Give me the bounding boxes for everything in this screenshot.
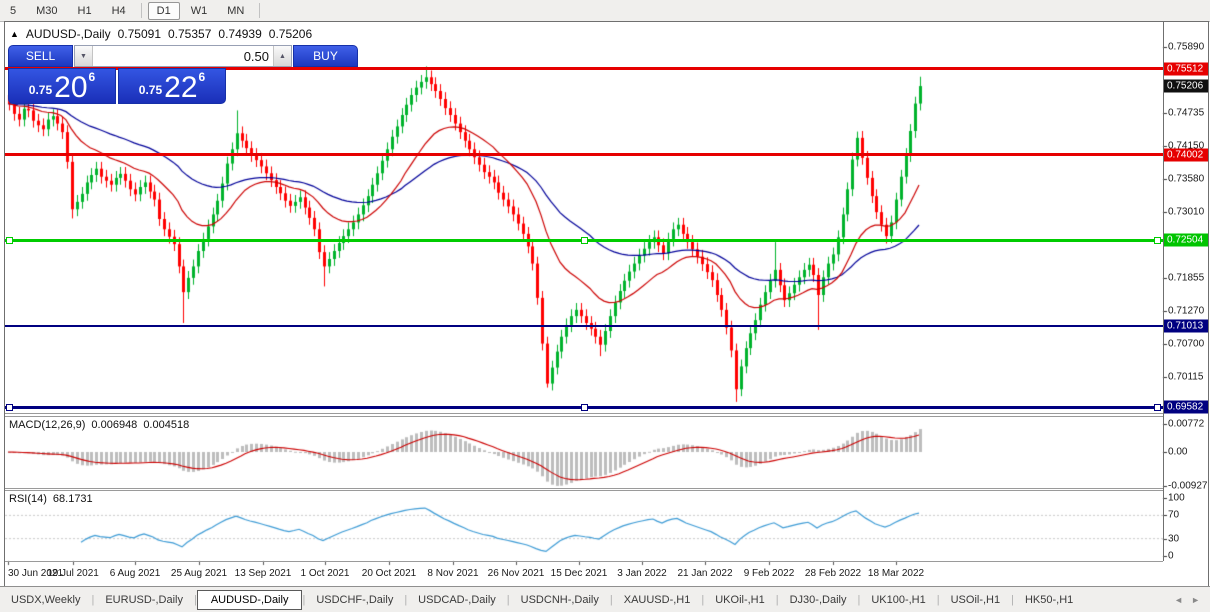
date-axis-label: 19 Jul 2021 (47, 568, 99, 579)
chart-tabs-bar: USDX,Weekly | EURUSD-,Daily | AUDUSD-,Daily |… (0, 586, 1210, 612)
volume-decrease-button[interactable]: ▼ (75, 46, 93, 66)
price-axis-label: 0.73010 (1168, 206, 1205, 218)
line-handle[interactable] (1154, 404, 1161, 412)
volume-spinner: ▼ ▲ (74, 45, 292, 67)
mt4-window: 5M30H1H4D1W1MN 0.758900.747350.741500.73… (0, 0, 1210, 612)
line-handle[interactable] (581, 237, 588, 245)
price-axis-label: 0.73580 (1168, 173, 1205, 185)
rsi-name: RSI(14) (9, 493, 47, 505)
rsi-axis-label: 70 (1168, 509, 1180, 521)
price-axis-label: 0.71270 (1168, 305, 1205, 317)
macd-main-value: 0.006948 (91, 419, 138, 431)
macd-signal-value: 0.004518 (143, 419, 190, 431)
rsi-panel-top-border (5, 490, 1163, 491)
tab-ukoil-h1[interactable]: UKOil-,H1 (704, 591, 776, 609)
date-axis-label: 18 Mar 2022 (867, 568, 925, 579)
price-label-box: 0.69582 (1164, 400, 1208, 414)
tab-scroll-right-icon[interactable]: ► (1191, 595, 1200, 605)
date-axis-label: 13 Sep 2021 (234, 568, 292, 579)
macd-rsi-splitter[interactable] (5, 488, 1163, 489)
date-axis-label: 28 Feb 2022 (804, 568, 862, 579)
price-label-box: 0.71013 (1164, 319, 1208, 333)
tab-eurusd-daily[interactable]: EURUSD-,Daily (94, 591, 194, 609)
price-label-box: 0.72504 (1164, 233, 1208, 247)
macd-axis-label: -0.00927 (1168, 480, 1208, 492)
tab-usoil-h1[interactable]: USOil-,H1 (940, 591, 1012, 609)
ohlc-high: 0.75357 (168, 27, 212, 41)
date-axis-label: 21 Jan 2022 (677, 568, 733, 579)
tab-usdchf-daily[interactable]: USDCHF-,Daily (305, 591, 404, 609)
rsi-axis-label: 0 (1168, 550, 1174, 562)
volume-increase-button[interactable]: ▲ (273, 46, 291, 66)
price-axis-label: 0.70115 (1168, 371, 1204, 383)
horizontal-line-0.74002[interactable] (5, 153, 1163, 157)
date-axis-label: 20 Oct 2021 (361, 568, 417, 579)
tab-hk50-h1[interactable]: HK50-,H1 (1014, 591, 1084, 609)
sell-price-prefix: 0.75 (28, 83, 53, 97)
date-axis-label: 8 Nov 2021 (427, 568, 479, 579)
chart-border-right (1208, 21, 1209, 587)
line-handle[interactable] (6, 404, 13, 412)
line-handle[interactable] (1154, 237, 1161, 245)
line-handle[interactable] (581, 404, 588, 412)
main-macd-splitter[interactable] (5, 413, 1163, 414)
sell-button[interactable]: SELL (8, 45, 73, 67)
chart-border-top (4, 21, 1209, 22)
buy-price-display[interactable]: 0.75 22 6 (118, 68, 226, 104)
macd-label: MACD(12,26,9) 0.006948 0.004518 (9, 419, 189, 431)
rsi-label: RSI(14) 68.1731 (9, 493, 93, 505)
sell-price-display[interactable]: 0.75 20 6 (8, 68, 116, 104)
macd-axis-label: 0.00772 (1168, 418, 1205, 430)
price-axis-border (1163, 22, 1164, 561)
ohlc-close: 0.75206 (268, 27, 313, 41)
rsi-axis-label: 100 (1168, 492, 1185, 504)
price-label-box: 0.75206 (1164, 79, 1208, 93)
chart-border-left (4, 21, 5, 587)
horizontal-line-0.71013[interactable] (5, 324, 1163, 327)
ohlc-low: 0.74939 (218, 27, 262, 41)
ohlc-open: 0.75091 (117, 27, 161, 41)
date-axis-label: 1 Oct 2021 (300, 568, 350, 579)
date-axis-label: 15 Dec 2021 (550, 568, 608, 579)
date-axis-label: 25 Aug 2021 (170, 568, 228, 579)
price-axis-label: 0.75890 (1168, 41, 1205, 53)
rsi-value: 68.1731 (52, 493, 93, 505)
tab-xauusd-h1[interactable]: XAUUSD-,H1 (613, 591, 702, 609)
one-click-trading-panel: SELL ▼ ▲ BUY 0.75 20 6 0.75 22 6 (8, 45, 358, 104)
date-axis-label: 26 Nov 2021 (487, 568, 545, 579)
price-label-box: 0.75512 (1164, 62, 1208, 76)
date-axis-border (5, 561, 1163, 562)
date-axis-label: 3 Jan 2022 (617, 568, 667, 579)
line-handle[interactable] (6, 237, 13, 245)
price-axis-label: 0.74735 (1168, 107, 1205, 119)
tab-scroll-arrows: ◄ ► (1174, 595, 1200, 605)
sell-price-big: 20 (54, 71, 88, 104)
price-label-box: 0.74002 (1164, 148, 1208, 162)
sell-price-sup: 6 (88, 70, 96, 84)
rsi-axis-label: 30 (1168, 533, 1180, 545)
tab-scroll-left-icon[interactable]: ◄ (1174, 595, 1183, 605)
buy-price-sup: 6 (198, 70, 206, 84)
volume-input[interactable] (93, 46, 273, 66)
price-axis-label: 0.71855 (1168, 272, 1205, 284)
tab-audusd-daily[interactable]: AUDUSD-,Daily (196, 589, 303, 610)
date-axis-label: 9 Feb 2022 (743, 568, 795, 579)
tab-dj30-daily[interactable]: DJ30-,Daily (779, 591, 858, 609)
chart-title: ▲ AUDUSD-,Daily 0.75091 0.75357 0.74939 … (10, 27, 312, 41)
buy-price-prefix: 0.75 (138, 83, 163, 97)
buy-button[interactable]: BUY (293, 45, 358, 67)
tab-uk100-h1[interactable]: UK100-,H1 (860, 591, 936, 609)
price-axis-label: 0.70700 (1168, 338, 1205, 350)
date-axis-label: 6 Aug 2021 (109, 568, 161, 579)
macd-panel-top-border (5, 416, 1163, 417)
buy-price-big: 22 (164, 71, 198, 104)
macd-axis-label: 0.00 (1168, 446, 1188, 458)
tab-usdcnh-daily[interactable]: USDCNH-,Daily (510, 591, 610, 609)
tab-usdcad-daily[interactable]: USDCAD-,Daily (407, 591, 507, 609)
macd-name: MACD(12,26,9) (9, 419, 86, 431)
chart-symbol-label: AUDUSD-,Daily (25, 27, 111, 41)
tab-usdx-weekly[interactable]: USDX,Weekly (0, 591, 91, 609)
symbol-marker-icon: ▲ (10, 29, 19, 39)
